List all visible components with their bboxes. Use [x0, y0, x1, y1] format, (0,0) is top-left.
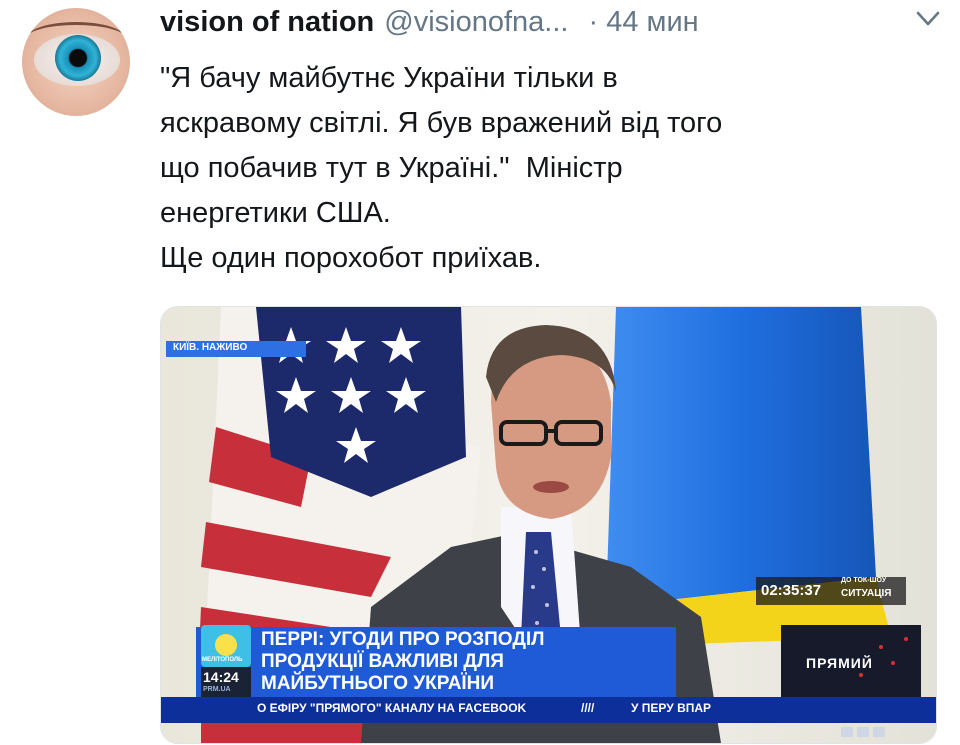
channel-logo: ПРЯМИЙ [806, 655, 873, 671]
author-handle[interactable]: @visionofna... [384, 6, 568, 39]
author-name[interactable]: vision of nation [160, 6, 374, 39]
site: PRM.UA [203, 686, 231, 693]
chevron-down-icon[interactable] [914, 4, 942, 32]
social-icons [841, 727, 885, 737]
show-caption-small: ДО ТОК-ШОУ [841, 577, 887, 584]
tweet-header: vision of nation @visionofna... · 44 мин [160, 4, 940, 40]
region: МЕЛІТОПОЛЬ [202, 657, 243, 663]
iris [55, 35, 101, 81]
location-badge: КИЇВ. НАЖИВО [173, 342, 248, 353]
headline-line-3: МАЙБУТНЬОГО УКРАЇНИ [261, 673, 495, 694]
avatar[interactable] [22, 8, 130, 116]
ticker-text: О ЕФІРУ "ПРЯМОГО" КАНАЛУ НА FACEBOOK [257, 701, 527, 715]
headline-line-2: ПРОДУКЦІЇ ВАЖЛИВІ ДЛЯ [261, 651, 504, 672]
timecode: 02:35:37 [761, 582, 822, 599]
show-caption: СИТУАЦІЯ [841, 588, 892, 599]
ticker-text-2: У ПЕРУ ВПАР [631, 701, 712, 715]
clock: 14:24 [203, 669, 239, 685]
tweet-text: "Я бачу майбутнє України тільки в яскрав… [160, 62, 723, 274]
tweet-timestamp[interactable]: · 44 мин [588, 6, 698, 39]
headline-line-1: ПЕРРІ: УГОДИ ПРО РОЗПОДІЛ [261, 629, 545, 650]
tweet-media-video[interactable]: КИЇВ. НАЖИВО 02:35:37 ДО ТОК-ШОУ СИТУАЦІ… [160, 306, 937, 744]
ticker-marks: //// [581, 701, 595, 715]
